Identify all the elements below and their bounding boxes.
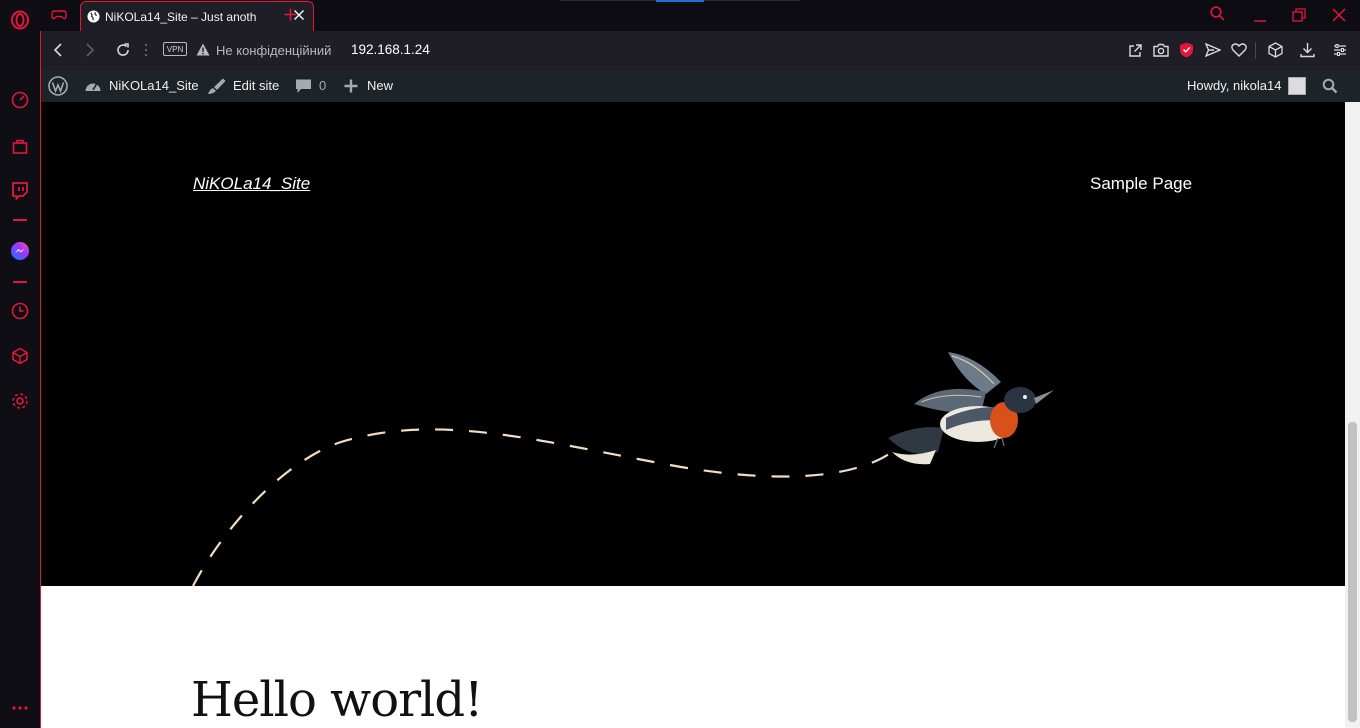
send-flow-icon[interactable]: [1205, 43, 1221, 57]
avatar[interactable]: [1288, 77, 1306, 95]
tab-title: NiKOLa14_Site – Just anoth: [105, 10, 257, 24]
heart-bookmark-icon[interactable]: [1231, 43, 1247, 57]
more-dots-icon[interactable]: [10, 698, 30, 718]
opera-sidebar: [0, 0, 40, 728]
address-toolbar: VPN Не конфіденційний 192.168.1.24: [41, 31, 1360, 70]
back-arrow-icon[interactable]: [52, 43, 64, 57]
comment-bubble-icon[interactable]: [295, 78, 312, 95]
history-clock-icon[interactable]: [10, 301, 30, 321]
wp-howdy-user[interactable]: Howdy, nikola14: [1187, 78, 1281, 93]
plus-new-icon[interactable]: [344, 79, 358, 93]
tab-active[interactable]: NiKOLa14_Site – Just anoth: [80, 1, 314, 31]
page-scrollbar[interactable]: [1345, 102, 1360, 728]
download-icon[interactable]: [1300, 42, 1315, 58]
dashboard-gauge-icon[interactable]: [84, 78, 102, 94]
wp-edit-site-link[interactable]: Edit site: [233, 78, 279, 93]
vpn-badge[interactable]: VPN: [163, 42, 187, 56]
toolbar-divider: [1255, 42, 1256, 59]
address-url[interactable]: 192.168.1.24: [351, 42, 430, 57]
web-page: NiKOLa14_Site Sample Page Hello world!: [41, 102, 1345, 728]
more-vertical-icon[interactable]: [144, 43, 148, 57]
camera-snapshot-icon[interactable]: [1153, 43, 1169, 57]
speed-dial-icon[interactable]: [10, 90, 30, 110]
messenger-icon[interactable]: [10, 241, 30, 261]
gamepad-icon[interactable]: [51, 8, 67, 22]
minimize-icon[interactable]: [1253, 9, 1267, 23]
wordpress-logo-icon[interactable]: [48, 76, 68, 96]
restore-window-icon[interactable]: [1292, 8, 1306, 22]
wp-new-link[interactable]: New: [367, 78, 393, 93]
shopping-bag-icon[interactable]: [10, 136, 30, 156]
close-window-icon[interactable]: [1332, 8, 1346, 22]
site-header-hero: NiKOLa14_Site Sample Page: [41, 102, 1345, 586]
extensions-cube-icon[interactable]: [10, 346, 30, 366]
search-tabs-icon[interactable]: [1210, 6, 1225, 21]
security-status[interactable]: Не конфіденційний: [216, 43, 331, 58]
easy-setup-icon[interactable]: [1333, 43, 1347, 57]
flight-path-illustration: [192, 428, 890, 586]
new-tab-plus-icon[interactable]: [284, 8, 297, 21]
forward-arrow-icon[interactable]: [84, 43, 96, 57]
sidebar-separator: [13, 281, 27, 283]
adblock-shield-icon[interactable]: [1179, 42, 1194, 58]
top-indicator: [656, 0, 704, 2]
bird-illustration: [888, 352, 1054, 465]
sidebar-separator: [13, 219, 27, 221]
opera-logo-icon[interactable]: [10, 10, 30, 30]
share-icon[interactable]: [1128, 43, 1143, 58]
reload-icon[interactable]: [115, 42, 131, 58]
wp-site-name-link[interactable]: NiKOLa14_Site: [109, 78, 199, 93]
wp-admin-bar: NiKOLa14_Site Edit site 0 New Howdy, nik…: [41, 70, 1360, 102]
twitch-icon[interactable]: [10, 180, 30, 200]
extensions-icon[interactable]: [1268, 42, 1283, 58]
warning-icon[interactable]: [196, 43, 210, 56]
scrollbar-thumb[interactable]: [1348, 422, 1357, 722]
edit-brush-icon[interactable]: [207, 77, 227, 95]
globe-favicon-icon: [87, 10, 100, 23]
search-icon[interactable]: [1322, 78, 1338, 94]
post-title[interactable]: Hello world!: [191, 672, 483, 728]
wp-comments-count[interactable]: 0: [319, 78, 326, 93]
settings-gear-icon[interactable]: [10, 391, 30, 411]
tab-strip: NiKOLa14_Site – Just anoth: [40, 0, 1360, 31]
